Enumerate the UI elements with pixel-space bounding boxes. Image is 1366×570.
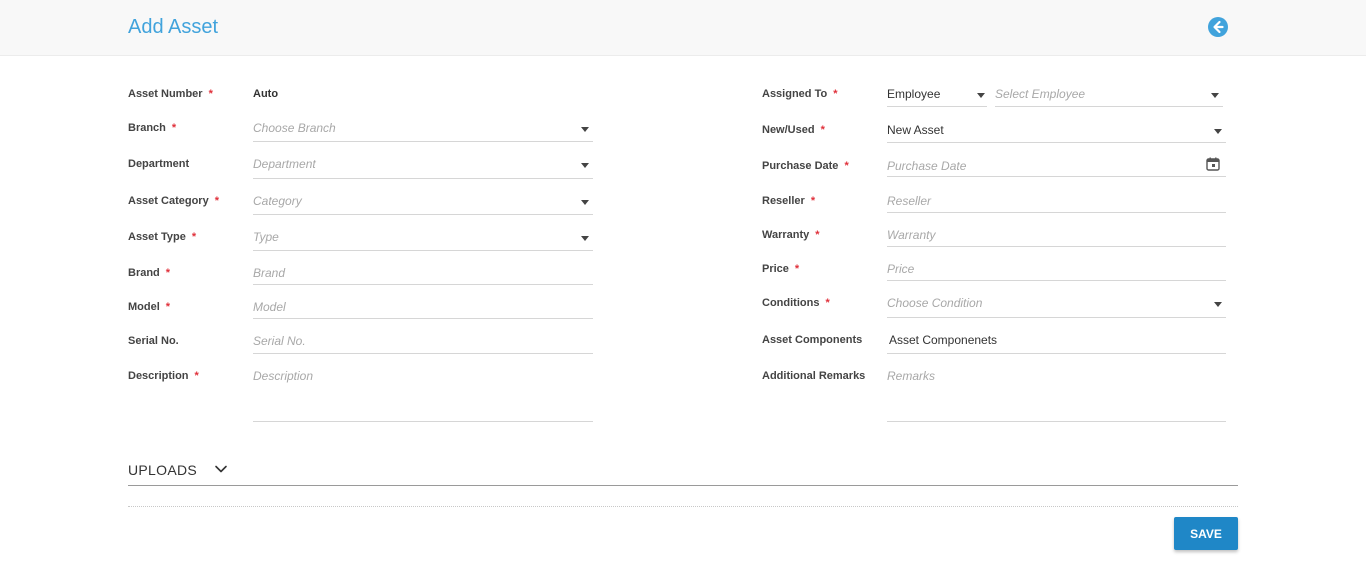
chevron-down-icon — [1214, 302, 1222, 307]
category-select[interactable]: Category — [253, 188, 593, 215]
chevron-down-icon — [581, 200, 589, 205]
warranty-input[interactable]: Warranty — [887, 222, 1226, 247]
remarks-textarea[interactable]: Remarks — [887, 363, 1226, 422]
save-button[interactable]: SAVE — [1174, 517, 1238, 550]
chevron-down-icon — [1211, 93, 1219, 98]
purchase-date-input[interactable]: Purchase Date — [887, 153, 1226, 177]
chevron-down-icon — [977, 93, 985, 98]
chevron-down-icon — [1214, 129, 1222, 134]
section-divider — [128, 506, 1238, 507]
top-bar: Add Asset — [0, 0, 1366, 56]
brand-input[interactable]: Brand — [253, 260, 593, 285]
model-input[interactable]: Model — [253, 294, 593, 319]
conditions-label: Conditions * — [762, 297, 830, 309]
branch-label: Branch * — [128, 122, 177, 134]
chevron-down-icon — [214, 462, 228, 476]
chevron-down-icon — [581, 163, 589, 168]
chevron-down-icon — [581, 127, 589, 132]
department-label: Department — [128, 158, 190, 170]
serial-no-input[interactable]: Serial No. — [253, 328, 593, 354]
additional-remarks-label: Additional Remarks — [762, 370, 866, 382]
model-label: Model * — [128, 301, 171, 313]
asset-type-label: Asset Type * — [128, 231, 197, 243]
uploads-label: UPLOADS — [128, 462, 198, 478]
asset-number-value: Auto — [253, 88, 279, 100]
new-used-select[interactable]: New Asset — [887, 117, 1226, 143]
asset-components-input[interactable]: Asset Componenets — [887, 327, 1226, 354]
type-select[interactable]: Type — [253, 224, 593, 251]
condition-select[interactable]: Choose Condition — [887, 290, 1226, 318]
serial-no-label: Serial No. — [128, 335, 179, 347]
description-textarea[interactable]: Description — [253, 363, 593, 422]
price-label: Price * — [762, 263, 800, 275]
asset-category-label: Asset Category * — [128, 195, 219, 207]
branch-select[interactable]: Choose Branch — [253, 115, 593, 142]
reseller-input[interactable]: Reseller — [887, 188, 1226, 213]
arrow-left-circle-icon[interactable] — [1207, 16, 1229, 38]
department-select[interactable]: Department — [253, 151, 593, 179]
warranty-label: Warranty * — [762, 229, 820, 241]
assigned-to-label: Assigned To * — [762, 88, 838, 100]
new-used-label: New/Used * — [762, 124, 825, 136]
asset-components-label: Asset Components — [762, 334, 863, 346]
chevron-down-icon — [581, 236, 589, 241]
reseller-label: Reseller * — [762, 195, 816, 207]
price-input[interactable]: Price — [887, 256, 1226, 281]
purchase-date-label: Purchase Date * — [762, 160, 849, 172]
calendar-icon[interactable] — [1206, 157, 1220, 171]
asset-number-label: Asset Number * — [128, 88, 213, 100]
assignee-type-select[interactable]: Employee — [887, 81, 987, 107]
employee-select[interactable]: Select Employee — [995, 81, 1223, 107]
brand-label: Brand * — [128, 267, 171, 279]
description-label: Description * — [128, 370, 199, 382]
page-title: Add Asset — [128, 16, 219, 38]
uploads-toggle[interactable]: UPLOADS — [128, 460, 1238, 486]
